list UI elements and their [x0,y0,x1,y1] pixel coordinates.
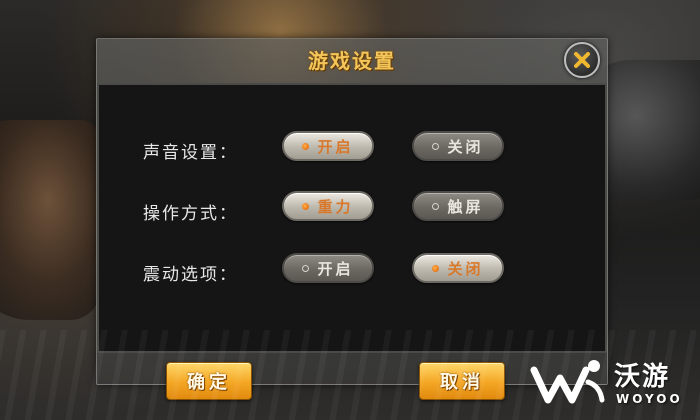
confirm-button[interactable]: 确定 [166,362,252,400]
radio-unselected-icon [432,142,440,150]
control-mode-label: 操作方式： [143,204,238,224]
dialog-title-bar: 游戏设置 [97,39,607,81]
radio-unselected-icon [432,202,440,210]
sound-off-option[interactable]: 关闭 [412,131,504,161]
option-label: 触屏 [447,197,484,216]
sound-setting-label: 声音设置： [143,143,238,163]
control-gravity-option[interactable]: 重力 [282,191,374,221]
game-screen: 游戏设置 声音设置： 开启 关闭 操作方式： 重力 触屏 震动选项： 开启 关闭… [0,0,700,420]
option-label: 关闭 [447,259,484,278]
vibration-on-option[interactable]: 开启 [282,253,374,283]
cancel-button[interactable]: 取消 [419,362,505,400]
radio-unselected-icon [302,264,310,272]
vibration-off-option[interactable]: 关闭 [412,253,504,283]
radio-selected-icon [302,202,310,210]
radio-selected-icon [432,264,440,272]
control-touch-option[interactable]: 触屏 [412,191,504,221]
option-label: 关闭 [447,137,484,156]
option-label: 开启 [317,259,354,278]
settings-dialog: 游戏设置 声音设置： 开启 关闭 操作方式： 重力 触屏 震动选项： 开启 关闭 [96,38,608,385]
background-car-left [0,120,100,320]
close-x-icon [574,52,590,68]
radio-selected-icon [302,142,310,150]
watermark-cn-text: 沃游 [614,362,671,392]
vibration-label: 震动选项： [143,265,238,285]
woyoo-watermark: 沃游 WOYOO [528,350,698,418]
woyoo-logo-icon [530,360,605,404]
option-label: 开启 [317,137,354,156]
sound-on-option[interactable]: 开启 [282,131,374,161]
close-button[interactable] [564,42,600,78]
option-label: 重力 [317,197,354,216]
settings-content: 声音设置： 开启 关闭 操作方式： 重力 触屏 震动选项： 开启 关闭 [97,83,607,353]
dialog-title: 游戏设置 [308,49,396,73]
watermark-en-text: WOYOO [616,392,683,406]
